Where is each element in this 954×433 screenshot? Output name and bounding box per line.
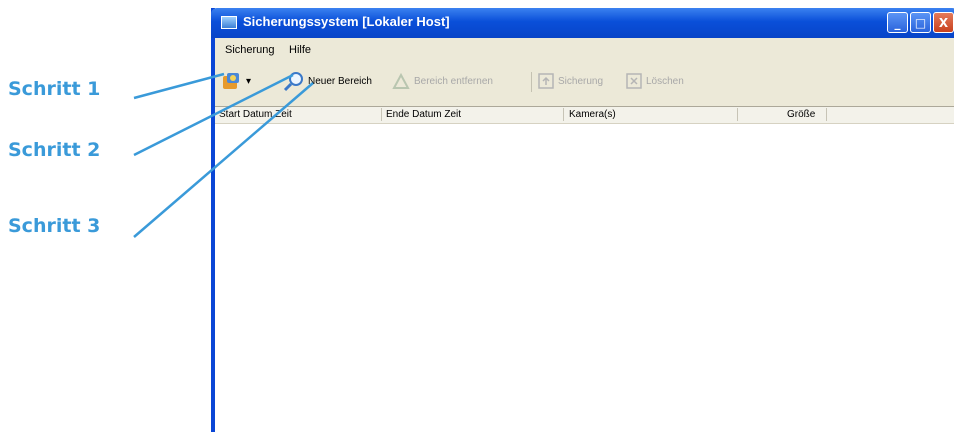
save-icon	[538, 73, 554, 89]
column-divider[interactable]	[826, 108, 827, 121]
minimize-button[interactable]: _	[887, 12, 908, 33]
maximize-button[interactable]: □	[910, 12, 931, 33]
backup-window: Sicherungssystem [Lokaler Host] _ □ X Si…	[211, 8, 954, 433]
column-header-end[interactable]: Ende Datum Zeit	[386, 109, 461, 120]
delete-icon	[626, 73, 642, 89]
menu-hilfe[interactable]: Hilfe	[289, 44, 311, 56]
remove-range-label: Bereich entfernen	[414, 75, 493, 87]
list-header: Start Datum Zeit Ende Datum Zeit Kamera(…	[215, 107, 954, 124]
magnifier-icon	[283, 72, 303, 92]
new-range-label: Neuer Bereich	[308, 75, 372, 87]
menu-bar: Sicherung Hilfe	[215, 38, 954, 62]
app-icon	[221, 16, 237, 29]
backup-menu-button[interactable]: ▾	[221, 70, 251, 92]
toolbar: ▾ Neuer Bereich Bereich entfernen Sicher…	[215, 62, 954, 106]
save-label: Sicherung	[558, 75, 604, 87]
column-divider[interactable]	[381, 108, 382, 121]
column-divider[interactable]	[737, 108, 738, 121]
remove-range-icon	[392, 72, 410, 89]
column-divider[interactable]	[563, 108, 564, 121]
title-bar[interactable]: Sicherungssystem [Lokaler Host] _ □ X	[211, 8, 954, 38]
window-title: Sicherungssystem [Lokaler Host]	[243, 14, 450, 29]
backup-list[interactable]: Start Datum Zeit Ende Datum Zeit Kamera(…	[215, 106, 954, 433]
menu-sicherung[interactable]: Sicherung	[225, 44, 275, 56]
callout-step-1: Schritt 1	[8, 78, 101, 100]
chevron-down-icon: ▾	[246, 75, 252, 87]
column-header-cameras[interactable]: Kamera(s)	[569, 109, 616, 120]
remove-range-button[interactable]: Bereich entfernen	[391, 70, 493, 92]
column-header-size[interactable]: Größe	[787, 109, 815, 120]
delete-button[interactable]: Löschen	[625, 70, 684, 92]
backup-icon	[223, 73, 239, 89]
save-button[interactable]: Sicherung	[537, 70, 603, 92]
delete-label: Löschen	[646, 75, 684, 87]
callout-step-2: Schritt 2	[8, 139, 101, 161]
toolbar-separator	[531, 72, 532, 92]
callout-step-3: Schritt 3	[8, 215, 101, 237]
close-button[interactable]: X	[933, 12, 954, 33]
column-header-start[interactable]: Start Datum Zeit	[219, 109, 292, 120]
new-range-button[interactable]: Neuer Bereich	[283, 70, 372, 92]
